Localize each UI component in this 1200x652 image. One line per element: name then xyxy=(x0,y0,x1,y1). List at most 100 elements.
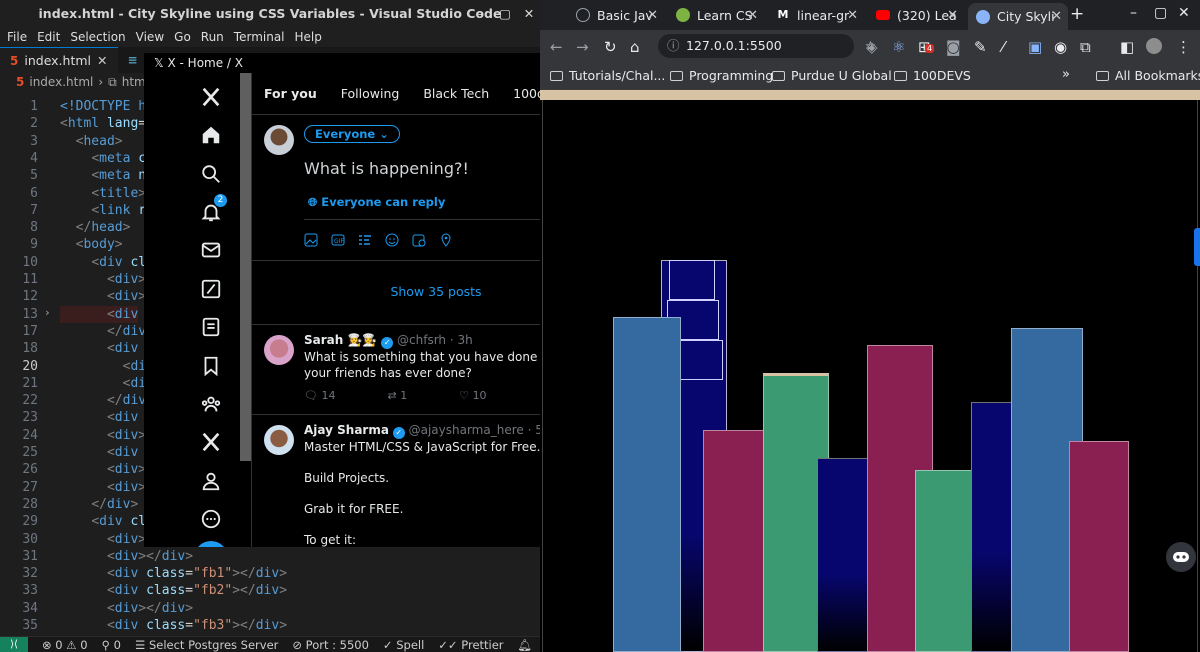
camera-icon[interactable]: ◙ xyxy=(946,38,961,56)
bookmarks-icon[interactable] xyxy=(199,354,223,378)
code-line[interactable]: <di xyxy=(60,375,146,392)
code-line[interactable]: <head> xyxy=(60,133,123,150)
code-line[interactable]: <div class="fb2"></div> xyxy=(60,582,287,599)
messages-icon[interactable] xyxy=(199,238,223,262)
code-line[interactable]: <div></div> xyxy=(60,600,193,617)
home-icon[interactable]: ⌂ xyxy=(630,38,640,56)
code-line[interactable]: <div xyxy=(60,340,138,357)
menu-file[interactable]: File xyxy=(2,27,32,47)
react-devtools-icon[interactable]: ⚛ xyxy=(892,38,905,56)
close-tab-icon[interactable]: ✕ xyxy=(647,8,658,23)
code-line[interactable]: <div xyxy=(60,444,138,461)
extensions-puzzle-icon[interactable]: ⧉ xyxy=(1080,38,1091,56)
extension-icon[interactable]: ⊞ 4 xyxy=(918,38,935,56)
notifications-bell-icon[interactable]: 2 xyxy=(199,194,227,224)
close-tab-icon[interactable]: ✕ xyxy=(747,8,758,23)
author-handle[interactable]: @chfsrh · 3h xyxy=(397,333,473,347)
code-line[interactable]: <div class="fb1"></div> xyxy=(60,565,287,582)
pen-icon[interactable]: ✎ xyxy=(974,38,987,56)
code-line[interactable]: <div cl xyxy=(60,254,146,271)
x-home-logo-icon[interactable] xyxy=(199,85,223,109)
remote-icon[interactable]: ⟩⟨ xyxy=(0,636,28,652)
close-tab-icon[interactable]: ✕ xyxy=(97,53,107,68)
grok-icon[interactable] xyxy=(199,277,223,301)
address-bar[interactable]: ⓘ 127.0.0.1:5500 ☆ xyxy=(658,34,876,58)
communities-icon[interactable] xyxy=(199,392,223,416)
postgres-selector[interactable]: ☰ Select Postgres Server xyxy=(135,638,278,652)
poll-icon[interactable] xyxy=(358,233,372,247)
compose-input[interactable]: What is happening?! xyxy=(304,159,469,178)
search-icon[interactable] xyxy=(199,162,223,186)
code-line[interactable]: <di xyxy=(60,358,146,375)
media-icon[interactable] xyxy=(304,233,318,247)
bookmark-folder[interactable]: Purdue U Global xyxy=(772,68,892,83)
bell-icon[interactable]: 🔔︎ xyxy=(518,638,533,652)
side-panel-icon[interactable]: ◧ xyxy=(1120,38,1134,56)
location-icon[interactable] xyxy=(439,233,453,247)
menu-terminal[interactable]: Terminal xyxy=(229,27,290,47)
profile-icon[interactable] xyxy=(199,469,223,493)
code-line[interactable]: <!DOCTYPE h xyxy=(60,98,146,115)
tab-index-html[interactable]: 5 index.html ✕ xyxy=(0,47,118,73)
author-name[interactable]: Sarah 👩‍🍳👩‍🍳 xyxy=(304,333,377,347)
bookmark-folder[interactable]: Tutorials/Chal... xyxy=(550,68,665,83)
code-line[interactable]: <link r xyxy=(60,202,146,219)
menu-help[interactable]: Help xyxy=(290,27,327,47)
home-icon[interactable] xyxy=(199,123,223,147)
live-server-port[interactable]: ⊘ Port : 5500 xyxy=(292,638,369,652)
menu-go[interactable]: Go xyxy=(169,27,196,47)
audience-selector[interactable]: Everyone ⌄ xyxy=(304,125,400,143)
reply-setting[interactable]: 🌐︎ Everyone can reply xyxy=(308,195,445,210)
gif-icon[interactable]: GIF xyxy=(331,233,345,247)
code-line[interactable]: <div> xyxy=(60,461,146,478)
code-line[interactable]: <div></div> xyxy=(60,548,193,565)
code-line[interactable]: </div xyxy=(60,392,146,409)
forward-icon[interactable]: → xyxy=(576,38,589,56)
extension-icon[interactable]: ◉ xyxy=(1054,38,1067,56)
close-tab-icon[interactable]: ✕ xyxy=(1051,9,1062,24)
back-icon[interactable]: ← xyxy=(550,38,563,56)
menu-edit[interactable]: Edit xyxy=(32,27,65,47)
code-line[interactable]: <div xyxy=(60,305,139,323)
post-button[interactable] xyxy=(194,541,228,547)
code-line[interactable]: <div> xyxy=(60,479,146,496)
show-new-posts[interactable]: Show 35 posts xyxy=(252,261,540,325)
menu-kebab-icon[interactable]: ⋮ xyxy=(1176,38,1191,56)
problems-indicator[interactable]: ⊗ 0 ⚠ 0 xyxy=(42,638,88,652)
code-line[interactable]: <title> xyxy=(60,185,146,202)
tab-for-you[interactable]: For you xyxy=(252,73,329,114)
code-line[interactable]: <meta n xyxy=(60,167,146,184)
avatar[interactable] xyxy=(264,335,294,365)
code-line[interactable]: <div> xyxy=(60,531,146,548)
close-window-icon[interactable]: ✕ xyxy=(1178,5,1190,21)
floating-assistant-button[interactable] xyxy=(1166,542,1196,572)
tab-following[interactable]: Following xyxy=(329,73,412,114)
avatar[interactable] xyxy=(264,425,294,455)
code-line[interactable]: <div xyxy=(60,409,138,426)
code-line[interactable]: <body> xyxy=(60,236,123,253)
author-handle[interactable]: @ajaysharma_here · 50m xyxy=(409,423,540,437)
repost-button[interactable]: ⇄ 1 xyxy=(387,389,407,402)
tweet[interactable]: Sarah 👩‍🍳👩‍🍳 ✓ @chfsrh · 3h What is some… xyxy=(252,325,540,415)
spell-check[interactable]: ✓ Spell xyxy=(383,638,424,652)
close-icon[interactable]: ✕ xyxy=(516,0,540,27)
browser-tab[interactable]: Learn CS ✕ xyxy=(668,3,764,27)
extension-icon[interactable]: ◈ xyxy=(866,38,878,56)
tab-100devs[interactable]: 100devs xyxy=(501,73,540,114)
browser-tab[interactable]: M linear-gr ✕ xyxy=(768,3,864,27)
code-line[interactable]: <div> xyxy=(60,288,146,305)
site-info-icon[interactable]: ⓘ xyxy=(667,34,680,58)
bookmark-folder[interactable]: Programming xyxy=(670,68,773,83)
tab-black-tech[interactable]: Black Tech xyxy=(411,73,501,114)
lists-icon[interactable] xyxy=(199,315,223,339)
browser-tab[interactable]: (320) Lea ✕ xyxy=(868,3,964,27)
like-button[interactable]: ♡ 10 xyxy=(459,389,486,402)
all-bookmarks[interactable]: All Bookmarks xyxy=(1096,68,1200,83)
minimize-icon[interactable]: – xyxy=(1130,5,1137,21)
more-bookmarks-icon[interactable]: » xyxy=(1062,67,1070,82)
reply-button[interactable]: 🗨︎ 14 xyxy=(304,389,335,402)
code-line[interactable]: <meta c xyxy=(60,150,146,167)
profile-avatar[interactable] xyxy=(1146,38,1162,54)
breadcrumb-file[interactable]: index.html xyxy=(29,75,93,89)
code-line[interactable]: <div cl xyxy=(60,513,146,530)
